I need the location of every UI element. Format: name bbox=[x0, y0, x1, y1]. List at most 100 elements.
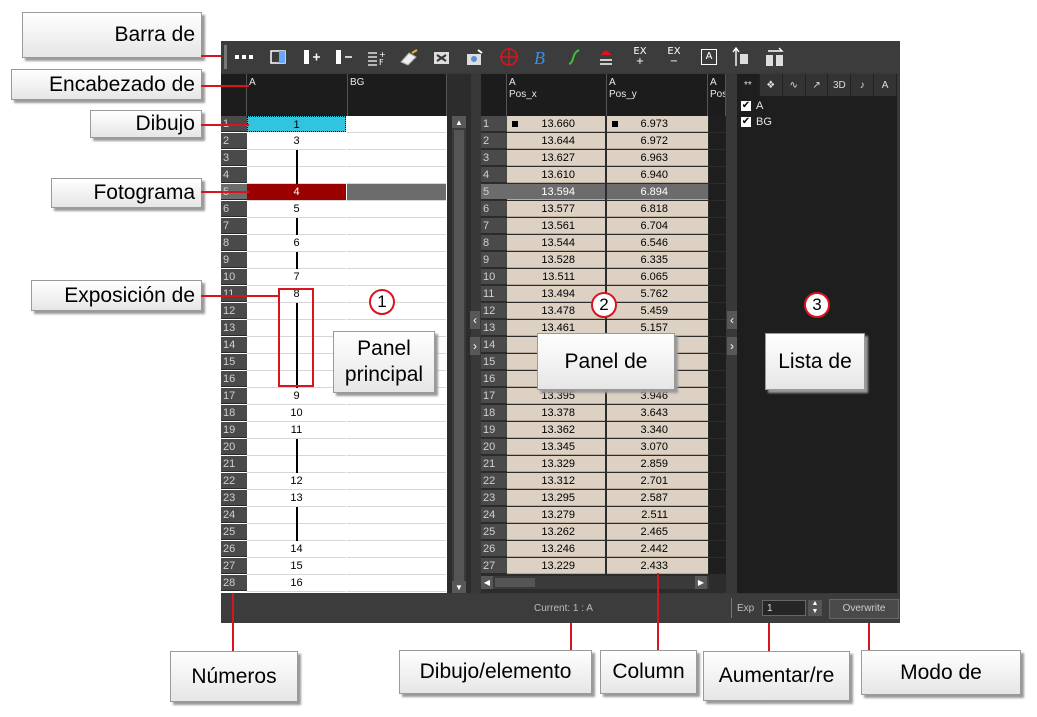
collapse-left-icon[interactable]: ‹ bbox=[470, 311, 480, 329]
cell-pos-extra[interactable] bbox=[709, 235, 726, 251]
cell-bg[interactable] bbox=[347, 490, 446, 507]
exposure-minus-icon[interactable]: EX − bbox=[663, 46, 685, 68]
cell-bg[interactable] bbox=[347, 184, 446, 201]
cell-bg[interactable] bbox=[347, 456, 446, 473]
keyframe-icon[interactable] bbox=[267, 46, 289, 68]
cell-bg[interactable] bbox=[347, 269, 446, 286]
expand-right-icon[interactable]: › bbox=[470, 337, 480, 355]
cell-pos-x[interactable]: 13.561 bbox=[507, 218, 605, 234]
cell-pos-extra[interactable] bbox=[709, 337, 726, 353]
main-row[interactable]: 24 bbox=[221, 507, 447, 524]
cell-pos-extra[interactable] bbox=[709, 354, 726, 370]
select-tool-icon[interactable] bbox=[431, 46, 453, 68]
cell-pos-extra[interactable] bbox=[709, 184, 726, 200]
collapse-left-icon[interactable]: ‹ bbox=[727, 311, 737, 329]
cell-pos-y[interactable]: 2.701 bbox=[607, 473, 708, 489]
function-row[interactable]: 8 13.544 6.546 bbox=[481, 235, 726, 252]
cell-pos-y[interactable]: 6.335 bbox=[607, 252, 708, 268]
function-row[interactable]: 9 13.528 6.335 bbox=[481, 252, 726, 269]
cell-pos-x[interactable]: 13.627 bbox=[507, 150, 605, 166]
cell-pos-x[interactable]: 13.362 bbox=[507, 422, 605, 438]
function-row[interactable]: 18 13.378 3.643 bbox=[481, 405, 726, 422]
function-row[interactable]: 27 13.229 2.433 bbox=[481, 558, 726, 575]
main-vscrollbar[interactable]: ▲ ▼ bbox=[452, 116, 466, 593]
cell-pos-y[interactable]: 3.070 bbox=[607, 439, 708, 455]
function-row[interactable]: 23 13.295 2.587 bbox=[481, 490, 726, 507]
cell-bg[interactable] bbox=[347, 167, 446, 184]
cell-pos-x[interactable]: 13.610 bbox=[507, 167, 605, 183]
paint-icon[interactable] bbox=[398, 46, 420, 68]
cell-pos-y[interactable]: 6.973 bbox=[607, 116, 708, 132]
column-header-bg[interactable]: BG bbox=[348, 74, 447, 116]
cell-a[interactable]: 12 bbox=[247, 473, 346, 490]
curve-icon[interactable] bbox=[563, 46, 585, 68]
main-row[interactable]: 28 16 bbox=[221, 575, 447, 592]
cell-pos-y[interactable]: 6.940 bbox=[607, 167, 708, 183]
main-row[interactable]: 12 bbox=[221, 303, 447, 320]
main-row[interactable]: 25 bbox=[221, 524, 447, 541]
cell-pos-y[interactable]: 2.442 bbox=[607, 541, 708, 557]
main-row[interactable]: 21 bbox=[221, 456, 447, 473]
cell-pos-x[interactable]: 13.660 bbox=[507, 116, 605, 132]
cell-pos-y[interactable]: 6.972 bbox=[607, 133, 708, 149]
cell-bg[interactable] bbox=[347, 422, 446, 439]
cell-pos-extra[interactable] bbox=[709, 303, 726, 319]
tab-curves-icon[interactable]: ∿ bbox=[783, 74, 806, 96]
exposure-plus-icon[interactable]: EX + bbox=[629, 46, 651, 68]
cell-a[interactable]: 10 bbox=[247, 405, 346, 422]
cell-a[interactable]: 7 bbox=[247, 269, 346, 286]
function-row[interactable]: 17 13.395 3.946 bbox=[481, 388, 726, 405]
main-row[interactable]: 4 bbox=[221, 167, 447, 184]
cell-pos-extra[interactable] bbox=[709, 524, 726, 540]
cell-bg[interactable] bbox=[347, 235, 446, 252]
cell-pos-x[interactable]: 13.528 bbox=[507, 252, 605, 268]
main-row[interactable]: 7 bbox=[221, 218, 447, 235]
layer-item-a[interactable]: ✔ A bbox=[741, 100, 772, 116]
cell-pos-y[interactable]: 6.894 bbox=[607, 184, 708, 200]
cell-a[interactable]: 4 bbox=[247, 184, 346, 201]
cell-pos-extra[interactable] bbox=[709, 473, 726, 489]
cell-bg[interactable] bbox=[347, 541, 446, 558]
function-row[interactable]: 7 13.561 6.704 bbox=[481, 218, 726, 235]
function-row[interactable]: 4 13.610 6.940 bbox=[481, 167, 726, 184]
cell-bg[interactable] bbox=[347, 507, 446, 524]
main-row[interactable]: 86 bbox=[221, 235, 447, 252]
cell-pos-y[interactable]: 6.546 bbox=[607, 235, 708, 251]
cell-pos-extra[interactable] bbox=[709, 490, 726, 506]
cell-bg[interactable] bbox=[347, 575, 446, 592]
cell-pos-extra[interactable] bbox=[709, 150, 726, 166]
scroll-down-icon[interactable]: ▼ bbox=[452, 581, 466, 593]
cell-pos-extra[interactable] bbox=[709, 133, 726, 149]
cell-pos-y[interactable]: 6.963 bbox=[607, 150, 708, 166]
scroll-thumb[interactable] bbox=[454, 130, 464, 582]
expand-right-icon[interactable]: › bbox=[727, 337, 737, 355]
cell-pos-y[interactable]: 6.065 bbox=[607, 269, 708, 285]
main-row[interactable]: 54 bbox=[221, 184, 447, 201]
cell-a[interactable]: 5 bbox=[247, 201, 346, 218]
cell-bg[interactable] bbox=[347, 405, 446, 422]
arrange-icon[interactable] bbox=[763, 46, 785, 68]
tab-sound-icon[interactable]: ♪ bbox=[851, 74, 875, 96]
cell-a[interactable]: 16 bbox=[247, 575, 346, 592]
function-row[interactable]: 1 13.660 6.973 bbox=[481, 116, 726, 133]
function-row[interactable]: 24 13.279 2.511 bbox=[481, 507, 726, 524]
scroll-left-icon[interactable]: ◀ bbox=[481, 576, 493, 589]
main-row[interactable]: 20 bbox=[221, 439, 447, 456]
tab-motion-icon[interactable]: ↗ bbox=[806, 74, 829, 96]
brush-icon[interactable]: B bbox=[531, 46, 553, 68]
hscroll-thumb[interactable] bbox=[495, 578, 535, 587]
cell-a[interactable]: 13 bbox=[247, 490, 346, 507]
scroll-up-icon[interactable]: ▲ bbox=[452, 116, 466, 128]
cell-pos-x[interactable]: 13.644 bbox=[507, 133, 605, 149]
cell-pos-x[interactable]: 13.312 bbox=[507, 473, 605, 489]
cell-bg[interactable] bbox=[347, 218, 446, 235]
cell-a[interactable]: 14 bbox=[247, 541, 346, 558]
overwrite-button[interactable]: Overwrite bbox=[829, 599, 899, 619]
cell-bg[interactable] bbox=[347, 201, 446, 218]
cell-pos-extra[interactable] bbox=[709, 507, 726, 523]
cell-pos-x[interactable]: 13.395 bbox=[507, 388, 605, 404]
scroll-right-icon[interactable]: ▶ bbox=[695, 576, 707, 589]
cell-pos-x[interactable]: 13.246 bbox=[507, 541, 605, 557]
checkbox-icon[interactable]: ✔ bbox=[741, 101, 751, 112]
more-icon[interactable] bbox=[233, 46, 255, 68]
